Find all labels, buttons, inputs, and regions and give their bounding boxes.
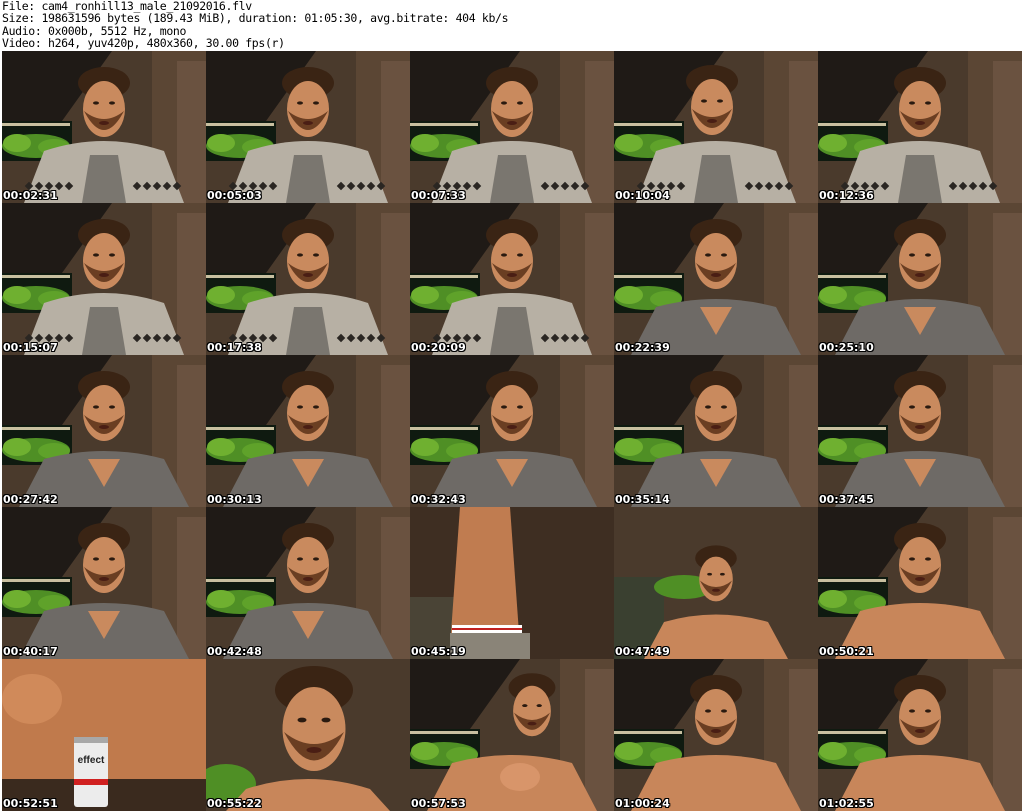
- video-thumbnail: 00:07:33: [410, 51, 614, 203]
- can-label: effect: [78, 755, 105, 766]
- thumbnail-timestamp: 00:52:51: [3, 797, 58, 810]
- video-thumbnail: 00:45:19: [410, 507, 614, 659]
- thumbnail-frame-image: [818, 659, 1022, 811]
- video-thumbnail: 00:27:42: [2, 355, 206, 507]
- thumbnail-timestamp: 00:15:07: [3, 341, 58, 354]
- thumbnail-timestamp: 00:37:45: [819, 493, 874, 506]
- video-thumbnail: 01:02:55: [818, 659, 1022, 811]
- video-thumbnail: 00:05:03: [206, 51, 410, 203]
- thumbnail-frame-image: [410, 203, 614, 355]
- thumbnail-timestamp: 00:27:42: [3, 493, 58, 506]
- thumbnail-timestamp: 00:57:53: [411, 797, 466, 810]
- thumbnail-frame-image: [206, 659, 410, 811]
- thumbnail-frame-image: [614, 659, 818, 811]
- thumbnail-frame-image: [410, 355, 614, 507]
- thumbnail-frame-image: effect: [2, 659, 206, 811]
- video-thumbnail: 01:00:24: [614, 659, 818, 811]
- thumbnail-frame-image: [410, 659, 614, 811]
- thumbnail-timestamp: 00:10:04: [615, 189, 670, 202]
- thumbnail-frame-image: [206, 203, 410, 355]
- thumbnail-frame-image: [818, 51, 1022, 203]
- thumbnail-frame-image: [818, 203, 1022, 355]
- thumbnail-frame-image: [410, 507, 614, 659]
- thumbnail-timestamp: 00:22:39: [615, 341, 670, 354]
- thumbnail-frame-image: [206, 51, 410, 203]
- video-thumbnail: 00:22:39: [614, 203, 818, 355]
- video-thumbnail: 00:12:36: [818, 51, 1022, 203]
- video-thumbnail: 00:30:13: [206, 355, 410, 507]
- thumbnail-frame-image: [2, 507, 206, 659]
- thumbnail-timestamp: 00:35:14: [615, 493, 670, 506]
- thumbnail-frame-image: [410, 51, 614, 203]
- thumbnail-grid: 00:02:31 00:05:03 00:07:33 00:10:04 00:12:36…: [2, 51, 1022, 811]
- file-info-header: File: cam4_ronhill13_male_21092016.flv S…: [2, 0, 1022, 50]
- thumbnail-timestamp: 00:50:21: [819, 645, 874, 658]
- thumbnail-timestamp: 00:55:22: [207, 797, 262, 810]
- thumbnail-timestamp: 01:02:55: [819, 797, 874, 810]
- video-thumbnail: effect 00:52:51: [2, 659, 206, 811]
- file-size-line: Size: 198631596 bytes (189.43 MiB), dura…: [2, 11, 509, 26]
- video-thumbnail: 00:20:09: [410, 203, 614, 355]
- thumbnail-timestamp: 01:00:24: [615, 797, 670, 810]
- thumbnail-frame-image: [614, 203, 818, 355]
- thumbnail-timestamp: 00:07:33: [411, 189, 466, 202]
- thumbnail-timestamp: 00:40:17: [3, 645, 58, 658]
- video-thumbnail: 00:37:45: [818, 355, 1022, 507]
- thumbnail-frame-image: [818, 507, 1022, 659]
- video-thumbnail: 00:32:43: [410, 355, 614, 507]
- thumbnail-timestamp: 00:17:38: [207, 341, 262, 354]
- thumbnail-frame-image: [818, 355, 1022, 507]
- video-thumbnail: 00:25:10: [818, 203, 1022, 355]
- thumbnail-frame-image: [2, 51, 206, 203]
- thumbnail-frame-image: [614, 507, 818, 659]
- thumbnail-frame-image: [614, 51, 818, 203]
- video-thumbnail: 00:47:49: [614, 507, 818, 659]
- video-info-line: Video: h264, yuv420p, 480x360, 30.00 fps…: [2, 36, 285, 51]
- video-thumbnail: 00:50:21: [818, 507, 1022, 659]
- thumbnail-timestamp: 00:42:48: [207, 645, 262, 658]
- thumbnail-timestamp: 00:12:36: [819, 189, 874, 202]
- thumbnail-timestamp: 00:02:31: [3, 189, 58, 202]
- video-thumbnail: 00:57:53: [410, 659, 614, 811]
- video-thumbnail: 00:10:04: [614, 51, 818, 203]
- thumbnail-frame-image: [614, 355, 818, 507]
- thumbnail-frame-image: [2, 355, 206, 507]
- thumbnail-timestamp: 00:30:13: [207, 493, 262, 506]
- thumbnail-timestamp: 00:47:49: [615, 645, 670, 658]
- thumbnail-timestamp: 00:45:19: [411, 645, 466, 658]
- video-thumbnail: 00:40:17: [2, 507, 206, 659]
- video-thumbnail: 00:55:22: [206, 659, 410, 811]
- thumbnail-timestamp: 00:20:09: [411, 341, 466, 354]
- thumbnail-frame-image: [206, 507, 410, 659]
- thumbnail-frame-image: [206, 355, 410, 507]
- video-thumbnail: 00:17:38: [206, 203, 410, 355]
- thumbnail-timestamp: 00:25:10: [819, 341, 874, 354]
- video-thumbnail: 00:02:31: [2, 51, 206, 203]
- video-thumbnail: 00:35:14: [614, 355, 818, 507]
- thumbnail-frame-image: [2, 203, 206, 355]
- video-thumbnail: 00:15:07: [2, 203, 206, 355]
- thumbnail-timestamp: 00:05:03: [207, 189, 262, 202]
- video-thumbnail: 00:42:48: [206, 507, 410, 659]
- thumbnail-timestamp: 00:32:43: [411, 493, 466, 506]
